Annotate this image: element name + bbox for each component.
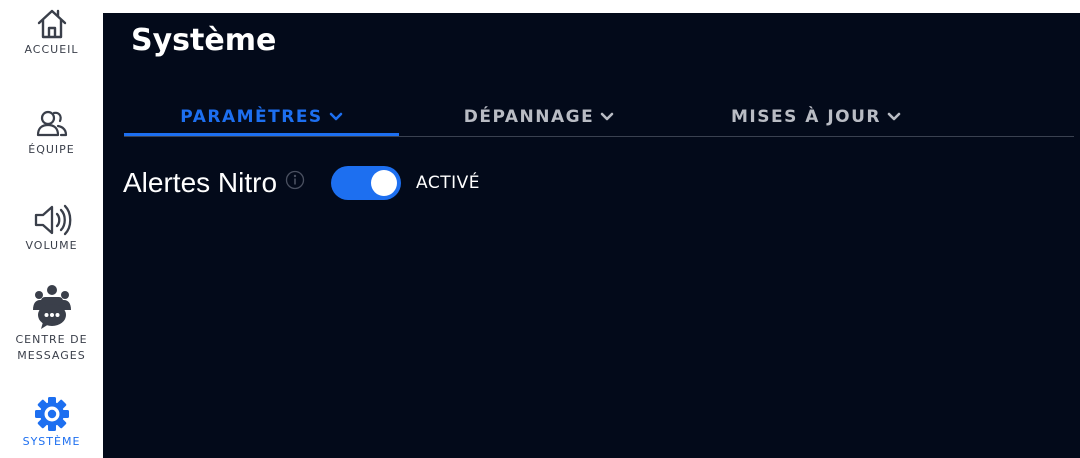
team-icon [36,110,67,137]
sidebar-item-message-center[interactable]: CENTRE DE MESSAGES [0,284,103,364]
active-tab-indicator [124,133,399,136]
page-title: Système [131,23,277,58]
tab-mises-a-jour[interactable]: MISES À JOUR [716,99,916,135]
setting-row-nitro-alerts: Alertes Nitro ACTIVÉ [123,163,480,203]
sidebar-item-label: ÉQUIPE [28,143,75,156]
info-icon[interactable] [285,170,305,190]
toggle-knob [371,170,398,196]
tab-bar: PARAMÈTRES DÉPANNAGE MISES À JOUR [124,99,1080,139]
sidebar-item-system[interactable]: SYSTÈME [0,394,103,450]
message-center-icon [32,285,71,329]
volume-icon [34,204,71,236]
gear-icon [34,397,69,431]
tab-parametres[interactable]: PARAMÈTRES [124,99,399,136]
chevron-down-icon [329,112,342,121]
sidebar-item-volume[interactable]: VOLUME [0,202,103,254]
nitro-alerts-toggle[interactable] [331,166,402,200]
sidebar-item-label: ACCUEIL [24,43,79,56]
toggle-state-label: ACTIVÉ [416,173,481,193]
tab-divider [124,136,1074,137]
home-icon [37,9,66,39]
tab-depannage[interactable]: DÉPANNAGE [454,99,624,135]
sidebar-item-label: SYSTÈME [22,435,81,448]
sidebar: ACCUEIL ÉQUIPE VOLUME CENTRE DE MESSAGES… [0,0,103,458]
sidebar-item-team[interactable]: ÉQUIPE [0,106,103,158]
tab-label: DÉPANNAGE [463,107,595,127]
sidebar-item-label: CENTRE DE MESSAGES [15,333,88,362]
tab-label: MISES À JOUR [730,107,881,127]
sidebar-item-home[interactable]: ACCUEIL [0,6,103,58]
chevron-down-icon [887,112,901,121]
tab-label: PARAMÈTRES [180,107,323,127]
main-panel: Système PARAMÈTRES DÉPANNAGE MISES À JOU… [103,13,1080,458]
chevron-down-icon [600,112,614,121]
setting-label: Alertes Nitro [123,167,278,198]
sidebar-item-label: VOLUME [25,239,78,252]
